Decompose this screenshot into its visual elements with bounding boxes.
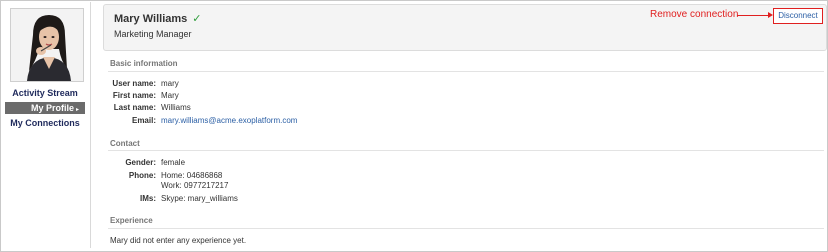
last-name-value: Williams bbox=[161, 103, 191, 112]
nav-activity-stream[interactable]: Activity Stream bbox=[2, 88, 88, 98]
callout-label: Remove connection bbox=[650, 9, 739, 20]
callout-line bbox=[737, 15, 769, 16]
experience-empty-text: Mary did not enter any experience yet. bbox=[110, 236, 247, 245]
check-icon: ✓ bbox=[192, 13, 202, 25]
gender-value: female bbox=[161, 158, 186, 167]
divider bbox=[108, 150, 824, 151]
profile-name: Mary Williams bbox=[114, 13, 188, 25]
avatar-portrait bbox=[11, 9, 83, 81]
phone-work-value: Work: 0977217217 bbox=[161, 181, 229, 190]
nav-my-profile[interactable]: My Profile ▸ bbox=[5, 102, 85, 114]
user-name-label: User name: bbox=[112, 79, 156, 88]
avatar[interactable] bbox=[10, 8, 84, 82]
phone-label: Phone: bbox=[128, 171, 156, 180]
divider bbox=[108, 71, 824, 72]
nav-my-profile-label: My Profile bbox=[30, 103, 74, 113]
disconnect-button[interactable]: Disconnect bbox=[773, 8, 823, 24]
first-name-value: Mary bbox=[161, 91, 179, 100]
section-title-basic: Basic information bbox=[110, 59, 178, 68]
job-title: Marketing Manager bbox=[114, 29, 192, 39]
email-label: Email: bbox=[131, 116, 156, 125]
chevron-right-icon: ▸ bbox=[75, 107, 79, 113]
profile-name-row: Mary Williams ✓ bbox=[114, 12, 201, 25]
phone-home-value: Home: 04686868 bbox=[161, 171, 223, 180]
ims-label: IMs: bbox=[140, 194, 156, 203]
email-link[interactable]: mary.williams@acme.exoplatform.com bbox=[161, 116, 297, 125]
ims-value: Skype: mary_williams bbox=[161, 194, 238, 203]
section-title-experience: Experience bbox=[110, 216, 153, 225]
user-name-value: mary bbox=[161, 79, 179, 88]
divider bbox=[108, 228, 824, 229]
nav-my-connections[interactable]: My Connections bbox=[2, 118, 88, 128]
section-title-contact: Contact bbox=[110, 139, 140, 148]
last-name-label: Last name: bbox=[113, 103, 156, 112]
first-name-label: First name: bbox=[112, 91, 156, 100]
gender-label: Gender: bbox=[125, 158, 156, 167]
left-sidebar: Activity Stream My Profile ▸ My Connectio… bbox=[2, 2, 91, 248]
